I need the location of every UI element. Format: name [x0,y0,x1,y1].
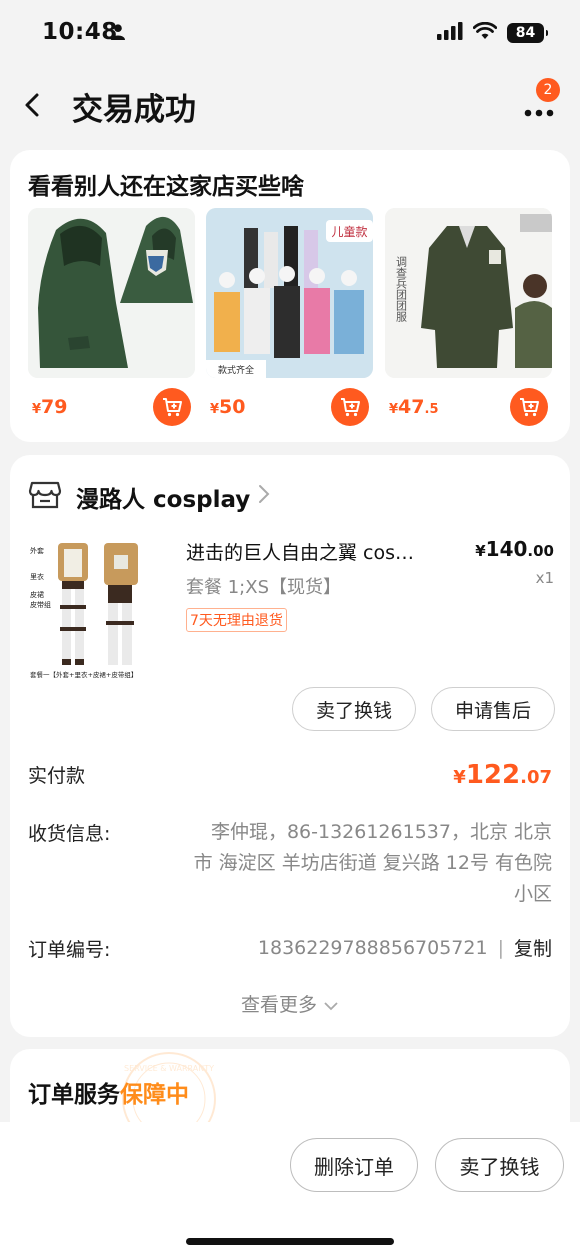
paid-label: 实付款 [28,765,86,787]
add-to-cart-button[interactable] [510,388,548,426]
cart-plus-icon [341,398,360,417]
recommend-card: 看看别人还在这家店买些啥 ¥79 儿童款 款式齐全 ¥50 调查兵团团服 ¥47… [10,150,570,442]
cart-plus-icon [520,398,539,417]
shop-icon [28,479,62,515]
return-policy-tag: 7天无理由退货 [186,608,287,632]
shop-name[interactable]: 漫路人 cosplay [76,480,250,514]
add-to-cart-button[interactable] [153,388,191,426]
sell-button[interactable]: 卖了换钱 [292,687,416,731]
svg-text:SERVICE & WARRANTY: SERVICE & WARRANTY [124,1064,214,1073]
order-item-image[interactable]: 外套 里衣 皮裙 皮带组 套餐一【外套+里衣+皮裙+皮带组】 [26,535,154,683]
add-to-cart-button[interactable] [331,388,369,426]
item-price: 79 [41,396,68,418]
copy-button[interactable]: 复制 [514,934,552,961]
wifi-icon [472,21,498,44]
item-price: 50 [219,396,246,418]
delete-order-button[interactable]: 删除订单 [290,1138,418,1192]
svg-text:外套: 外套 [30,546,44,555]
recommend-item[interactable]: ¥79 [28,208,195,426]
product-image-kids[interactable]: 儿童款 款式齐全 [206,208,373,378]
order-item-qty: x1 [535,569,554,587]
after-sale-button[interactable]: 申请售后 [431,687,555,731]
order-item-price: ¥140.00 [475,537,554,561]
chevron-down-icon [323,994,339,1016]
svg-text:款式齐全: 款式齐全 [218,364,254,376]
shipping-label: 收货信息: [28,823,111,845]
item-price: 47 [398,396,425,418]
svg-text:皮带组: 皮带组 [30,600,51,609]
order-card: 漫路人 cosplay 外套 里衣 皮裙 皮带组 套餐一【外套+里衣+皮裙+皮带… [10,455,570,1037]
chevron-right-icon[interactable] [258,484,270,508]
order-item-title[interactable]: 进击的巨人自由之翼 cos… [186,538,456,565]
recommend-title: 看看别人还在这家店买些啥 [28,174,304,200]
divider: | [497,936,504,959]
svg-text:里衣: 里衣 [30,572,44,581]
paid-amount: ¥122.07 [453,760,552,790]
person-icon [111,24,125,44]
bottom-action-bar: 删除订单 卖了换钱 [0,1122,580,1255]
order-number-label: 订单编号: [28,939,111,961]
nav-bar: 交易成功 2 [0,66,580,146]
signal-icon [437,22,463,44]
cart-plus-icon [163,398,182,417]
battery-icon: 84 [507,23,548,43]
svg-text:套餐一【外套+里衣+皮裙+皮带组】: 套餐一【外套+里衣+皮裙+皮带组】 [30,670,137,679]
svg-text:皮裙: 皮裙 [30,590,44,599]
product-image-cloak[interactable] [28,208,195,378]
more-icon[interactable] [524,102,554,121]
shipping-address: 李仲琨，86-13261261537，北京 北京市 海淀区 羊坊店街道 复兴路 … [193,821,552,905]
product-image-coat[interactable]: 调查兵团团服 [385,208,552,378]
service-title: 订单服务保障中 [28,1082,189,1108]
see-more-link[interactable]: 查看更多 [10,990,570,1017]
notification-badge: 2 [536,78,560,102]
status-time: 10:48 [42,19,118,45]
status-bar: 10:48 84 [0,0,580,66]
svg-text:调查兵团团服: 调查兵团团服 [395,256,408,323]
recommend-item[interactable]: 调查兵团团服 ¥47.5 [385,208,552,426]
order-item-spec: 套餐 1;XS【现货】 [186,577,341,598]
order-number: 1836229788856705721 [257,936,488,959]
home-indicator[interactable] [186,1238,394,1245]
svg-text:儿童款: 儿童款 [331,224,367,239]
sell-button-bottom[interactable]: 卖了换钱 [435,1138,564,1192]
recommend-item[interactable]: 儿童款 款式齐全 ¥50 [206,208,373,426]
back-chevron-icon[interactable] [22,92,42,122]
page-title: 交易成功 [72,92,196,128]
